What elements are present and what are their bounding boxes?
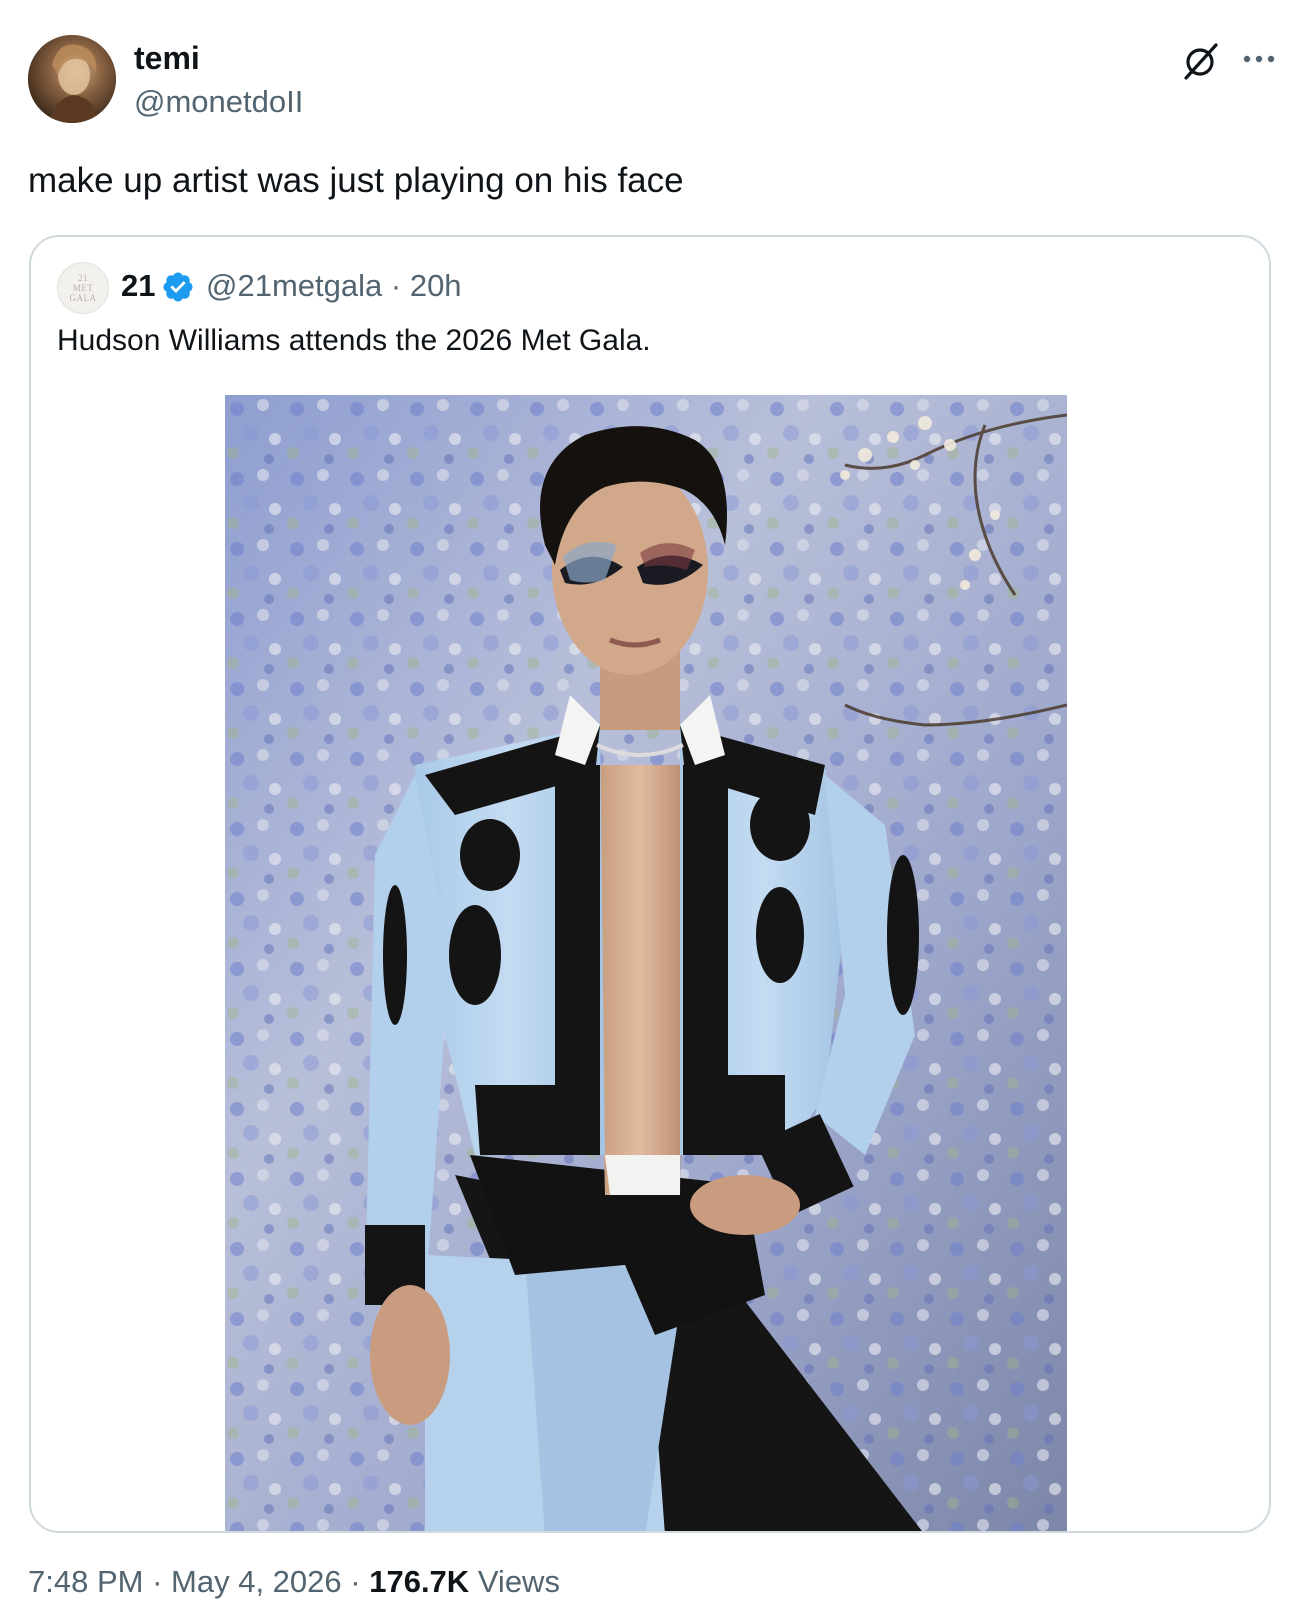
verified-badge-icon (163, 272, 193, 302)
footer-separator: · (152, 1564, 163, 1599)
photo-image-icon (225, 395, 1067, 1531)
tweet-footer: 7:48 PM · May 4, 2026 · 176.7K Views (28, 1562, 560, 1602)
quoted-tweet-photo[interactable] (225, 395, 1067, 1531)
views-count[interactable]: 176.7K (369, 1564, 469, 1599)
quoted-time-ago[interactable]: 20h (410, 268, 462, 303)
quoted-author-avatar[interactable]: 21 MET GALA (57, 262, 109, 314)
tweet-date[interactable]: May 4, 2026 (171, 1564, 342, 1599)
views-label: Views (477, 1564, 560, 1599)
author-handle[interactable]: @monetdoII (134, 82, 303, 122)
quoted-author-handle[interactable]: @21metgala (206, 268, 382, 303)
meta-separator: · (390, 268, 402, 303)
tweet-time[interactable]: 7:48 PM (28, 1564, 143, 1599)
author-display-name[interactable]: temi (134, 38, 200, 78)
footer-separator-2: · (350, 1564, 361, 1599)
tweet-text: make up artist was just playing on his f… (28, 161, 684, 200)
profile-photo-icon (28, 35, 116, 123)
more-icon[interactable] (1242, 44, 1276, 74)
quoted-author-meta: @21metgala · 20h (206, 264, 462, 308)
grok-icon[interactable] (1180, 40, 1222, 82)
quoted-tweet-card[interactable]: 21 MET GALA 21 @21metgala · 20h Hudson W… (29, 235, 1271, 1533)
author-avatar[interactable] (28, 35, 116, 123)
quoted-tweet-text: Hudson Williams attends the 2026 Met Gal… (57, 324, 651, 357)
quoted-author-display-name[interactable]: 21 (121, 264, 155, 308)
quoted-avatar-logo: 21 MET GALA (69, 273, 97, 303)
